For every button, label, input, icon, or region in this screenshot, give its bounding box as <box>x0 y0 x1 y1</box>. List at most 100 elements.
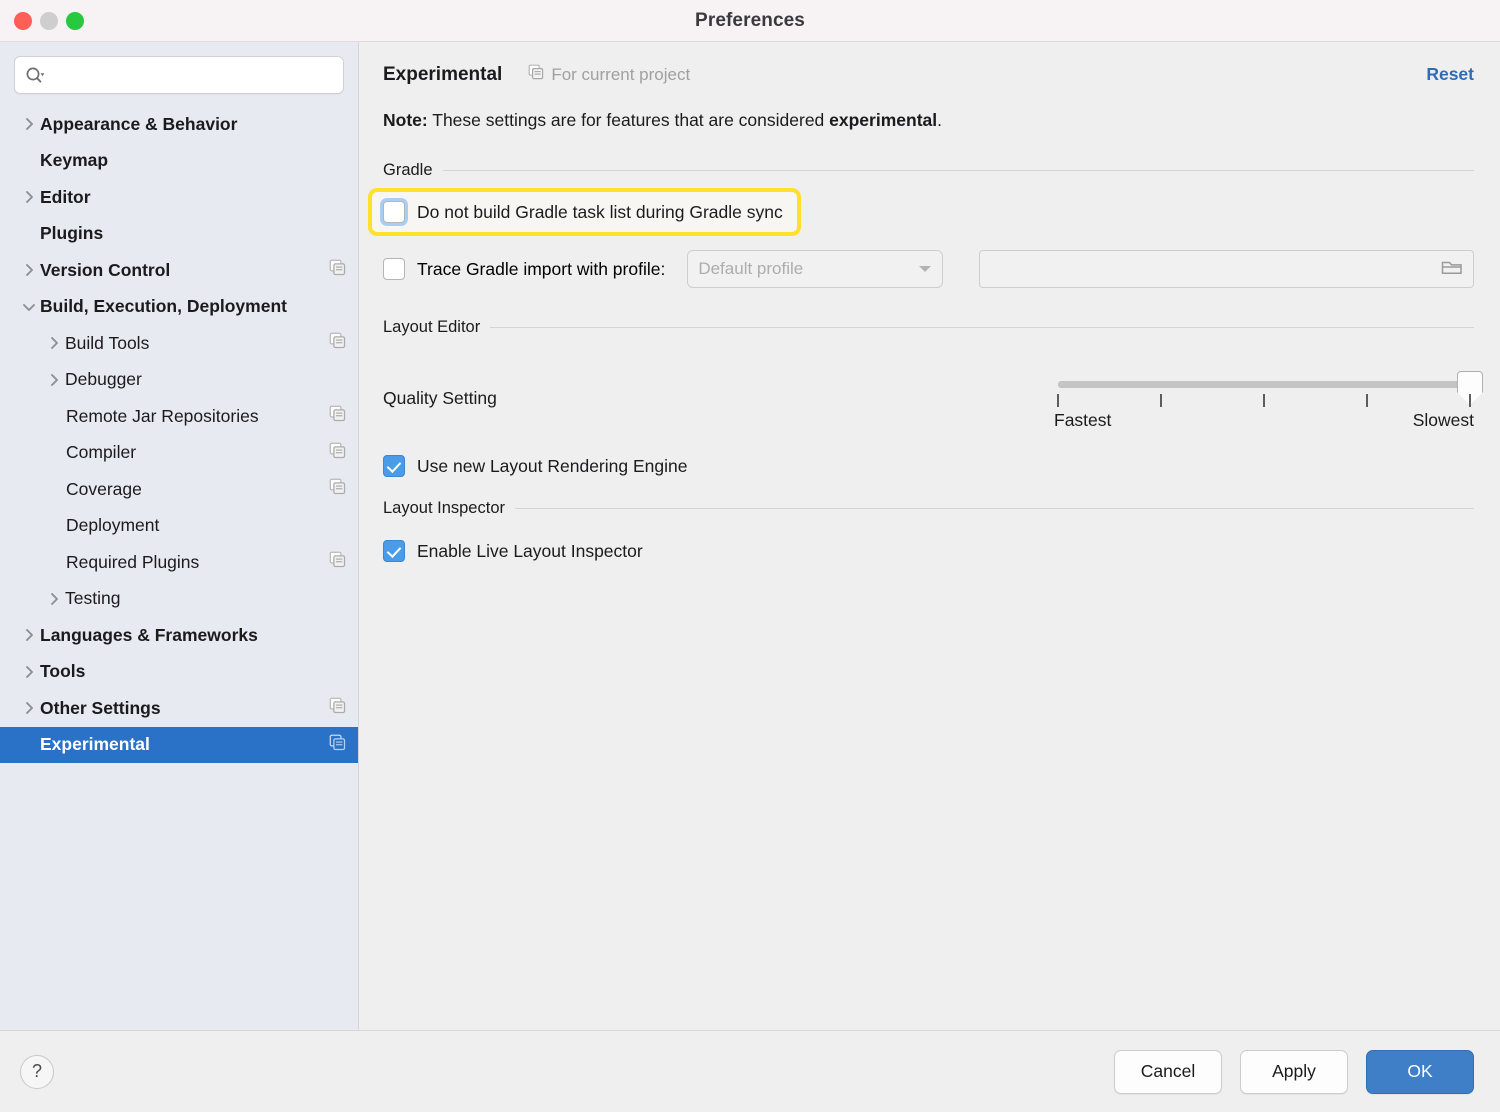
chevron-right-icon[interactable] <box>18 700 40 716</box>
enable-live-layout-inspector-label: Enable Live Layout Inspector <box>417 540 643 561</box>
for-current-project: For current project <box>528 64 690 85</box>
sidebar-item-label: Required Plugins <box>66 551 200 572</box>
group-layout-inspector: Layout Inspector <box>383 499 1474 518</box>
profile-select-value: Default profile <box>698 259 804 278</box>
sidebar-item-required-plugins[interactable]: Required Plugins <box>0 544 358 581</box>
search-input[interactable] <box>51 66 333 84</box>
note-prefix: Note: <box>383 110 428 130</box>
sidebar-item-keymap[interactable]: Keymap <box>0 143 358 180</box>
sidebar-item-deployment[interactable]: Deployment <box>0 508 358 545</box>
use-new-rendering-engine-row[interactable]: Use new Layout Rendering Engine <box>383 455 1474 477</box>
sidebar-item-editor[interactable]: Editor <box>0 179 358 216</box>
sidebar-item-label: Tools <box>40 661 86 682</box>
enable-live-layout-inspector-checkbox[interactable] <box>383 540 405 562</box>
trace-gradle-import-label: Trace Gradle import with profile: <box>417 258 666 279</box>
group-gradle-label: Gradle <box>383 161 433 179</box>
slider-min-label: Fastest <box>1054 410 1112 430</box>
sidebar-item-other-settings[interactable]: Other Settings <box>0 690 358 727</box>
do-not-build-task-list-row[interactable]: Do not build Gradle task list during Gra… <box>383 201 783 223</box>
sidebar-item-build-tools[interactable]: Build Tools <box>0 325 358 362</box>
sidebar-item-compiler[interactable]: Compiler <box>0 435 358 472</box>
group-layout-inspector-rule <box>515 508 1474 509</box>
sidebar-item-testing[interactable]: Testing <box>0 581 358 618</box>
settings-sidebar: Appearance & Behavior Keymap Editor Plugins… <box>0 42 359 1030</box>
sidebar-item-remote-jar-repositories[interactable]: Remote Jar Repositories <box>0 398 358 435</box>
do-not-build-task-list-checkbox[interactable] <box>383 201 405 223</box>
use-new-rendering-engine-checkbox[interactable] <box>383 455 405 477</box>
search-box[interactable] <box>14 56 344 94</box>
sidebar-item-tools[interactable]: Tools <box>0 654 358 691</box>
profile-select[interactable]: Default profile <box>687 250 944 288</box>
quality-slider[interactable]: Fastest Slowest <box>1054 369 1483 431</box>
sidebar-item-coverage[interactable]: Coverage <box>0 471 358 508</box>
copy-icon <box>329 332 346 354</box>
experimental-note: Note: These settings are for features th… <box>383 110 1474 131</box>
chevron-right-icon[interactable] <box>43 372 65 388</box>
help-button[interactable]: ? <box>20 1054 54 1089</box>
dialog-footer: ? Cancel Apply OK <box>0 1030 1500 1112</box>
chevron-down-icon[interactable] <box>18 299 40 315</box>
sidebar-item-label: Coverage <box>66 478 142 499</box>
chevron-right-icon[interactable] <box>18 189 40 205</box>
footer-button-group: Cancel Apply OK <box>1114 1049 1474 1094</box>
sidebar-item-label: Plugins <box>40 223 104 244</box>
sidebar-item-label: Other Settings <box>40 697 161 718</box>
folder-icon[interactable] <box>1441 258 1463 281</box>
chevron-right-icon[interactable] <box>43 591 65 607</box>
search-icon <box>25 66 45 84</box>
sidebar-item-label: Build, Execution, Deployment <box>40 296 287 317</box>
note-emphasis: experimental <box>829 110 938 130</box>
quality-setting-label: Quality Setting <box>383 388 497 408</box>
use-new-rendering-engine-label: Use new Layout Rendering Engine <box>417 455 688 476</box>
sidebar-item-label: Testing <box>65 588 121 609</box>
settings-detail-panel: Experimental For current project Reset N… <box>359 42 1500 1030</box>
sidebar-item-label: Compiler <box>66 442 137 463</box>
slider-max-label: Slowest <box>1412 410 1474 430</box>
sidebar-item-experimental[interactable]: Experimental <box>0 726 358 763</box>
slider-tick <box>1366 394 1368 407</box>
apply-button[interactable]: Apply <box>1240 1049 1348 1094</box>
slider-tick <box>1160 394 1162 407</box>
sidebar-item-label: Appearance & Behavior <box>40 113 238 134</box>
sidebar-item-label: Experimental <box>40 734 150 755</box>
sidebar-item-debugger[interactable]: Debugger <box>0 362 358 399</box>
chevron-right-icon[interactable] <box>18 116 40 132</box>
group-layout-editor: Layout Editor <box>383 318 1474 337</box>
copy-icon <box>329 405 346 427</box>
copy-icon <box>329 478 346 500</box>
chevron-right-icon[interactable] <box>18 262 40 278</box>
reset-link[interactable]: Reset <box>1426 64 1474 85</box>
trace-output-path-field[interactable] <box>979 250 1474 288</box>
chevron-right-icon[interactable] <box>18 627 40 643</box>
copy-icon <box>329 442 346 464</box>
group-layout-editor-rule <box>490 327 1474 328</box>
quality-slider-ticks <box>1057 394 1471 408</box>
chevron-right-icon[interactable] <box>18 664 40 680</box>
sidebar-item-label: Languages & Frameworks <box>40 624 258 645</box>
cancel-button[interactable]: Cancel <box>1114 1049 1222 1094</box>
copy-icon <box>329 259 346 281</box>
sidebar-item-appearance-behavior[interactable]: Appearance & Behavior <box>0 106 358 143</box>
sidebar-item-plugins[interactable]: Plugins <box>0 216 358 253</box>
trace-gradle-import-row[interactable]: Trace Gradle import with profile: Defaul… <box>383 250 1474 288</box>
copy-icon <box>528 64 544 85</box>
panel-header: Experimental For current project Reset <box>383 42 1474 86</box>
sidebar-item-languages-frameworks[interactable]: Languages & Frameworks <box>0 617 358 654</box>
chevron-right-icon[interactable] <box>43 335 65 351</box>
group-gradle-rule <box>442 170 1474 171</box>
group-layout-inspector-label: Layout Inspector <box>383 499 505 517</box>
sidebar-item-label: Version Control <box>40 259 171 280</box>
sidebar-item-label: Keymap <box>40 150 109 171</box>
group-gradle: Gradle <box>383 161 1474 180</box>
sidebar-item-version-control[interactable]: Version Control <box>0 252 358 289</box>
sidebar-item-build-execution-deployment[interactable]: Build, Execution, Deployment <box>0 289 358 326</box>
trace-gradle-import-checkbox[interactable] <box>383 258 405 280</box>
sidebar-item-label: Debugger <box>65 369 142 390</box>
enable-live-layout-inspector-row[interactable]: Enable Live Layout Inspector <box>383 540 1474 562</box>
chevron-down-icon <box>918 259 932 279</box>
sidebar-item-label: Build Tools <box>65 332 150 353</box>
ok-button[interactable]: OK <box>1366 1049 1474 1094</box>
quality-slider-track[interactable] <box>1058 371 1483 405</box>
settings-tree: Appearance & Behavior Keymap Editor Plugins… <box>0 104 358 1030</box>
sidebar-item-label: Editor <box>40 186 91 207</box>
